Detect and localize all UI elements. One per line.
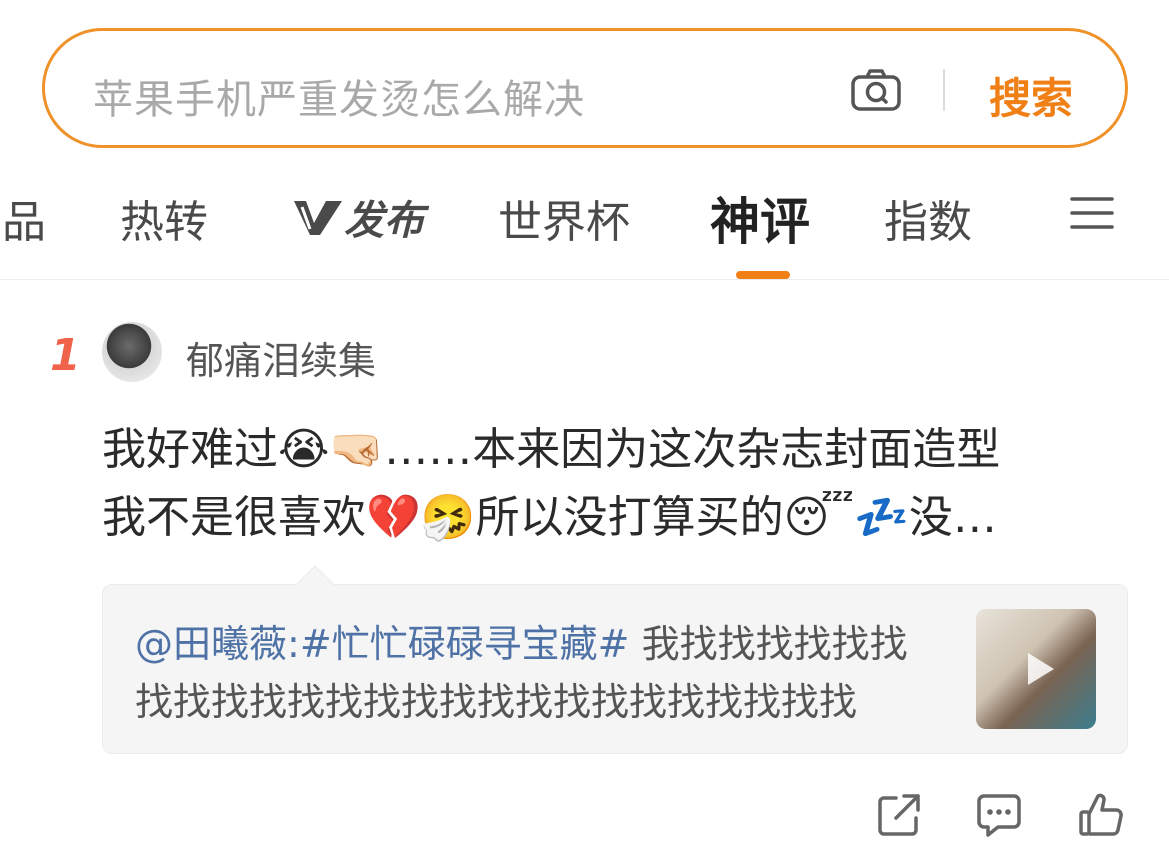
like-icon[interactable] — [1078, 792, 1124, 838]
quoted-post-card[interactable]: @田曦薇:#忙忙碌碌寻宝藏# 我找找找找找找找找找找找找找找找找找找找找找找找找… — [102, 565, 1128, 754]
play-icon — [1028, 653, 1054, 685]
tab-hot-repost[interactable]: 热转 — [120, 186, 208, 250]
comment-icon[interactable] — [976, 792, 1022, 838]
active-tab-indicator — [736, 271, 790, 279]
tab-v-publish-label: 发布 — [344, 198, 424, 244]
search-input[interactable]: 苹果手机严重发烫怎么解决 — [93, 67, 585, 125]
rank-number: 1 — [50, 330, 81, 381]
search-divider — [943, 69, 945, 111]
tab-v-publish[interactable]: 发布 — [292, 188, 424, 246]
tab-world-cup[interactable]: 世界杯 — [498, 186, 630, 250]
tab-bar: 品 热转 发布 世界杯 神评 指数 — [0, 160, 1169, 280]
tab-products[interactable]: 品 — [2, 186, 46, 250]
comment-line-2: 我不是很喜欢💔🤧所以没打算买的😴💤没… — [102, 492, 997, 543]
menu-icon[interactable] — [1070, 195, 1114, 231]
comment-line-1: 我好难过😭🤜🏻……本来因为这次杂志封面造型 — [102, 424, 1001, 475]
quoted-post-text: @田曦薇:#忙忙碌碌寻宝藏# 我找找找找找找找找找找找找找找找找找找找找找找找找… — [135, 615, 935, 731]
share-icon[interactable] — [876, 792, 922, 838]
search-button[interactable]: 搜索 — [989, 65, 1073, 126]
search-bar[interactable]: 苹果手机严重发烫怎么解决 搜索 — [42, 28, 1128, 148]
quote-notch — [295, 565, 335, 605]
v-logo-icon — [294, 201, 342, 235]
tab-top-comments[interactable]: 神评 — [710, 182, 810, 254]
video-thumbnail[interactable] — [976, 609, 1096, 729]
camera-icon[interactable] — [851, 69, 901, 111]
tab-index[interactable]: 指数 — [884, 186, 972, 250]
mention-link[interactable]: @田曦薇: — [135, 622, 300, 666]
comment-text[interactable]: 我好难过😭🤜🏻……本来因为这次杂志封面造型 我不是很喜欢💔🤧所以没打算买的😴💤没… — [102, 416, 1102, 552]
username[interactable]: 郁痛泪续集 — [186, 330, 376, 385]
avatar[interactable] — [102, 322, 162, 382]
hashtag-link[interactable]: #忙忙碌碌寻宝藏# — [300, 622, 630, 666]
